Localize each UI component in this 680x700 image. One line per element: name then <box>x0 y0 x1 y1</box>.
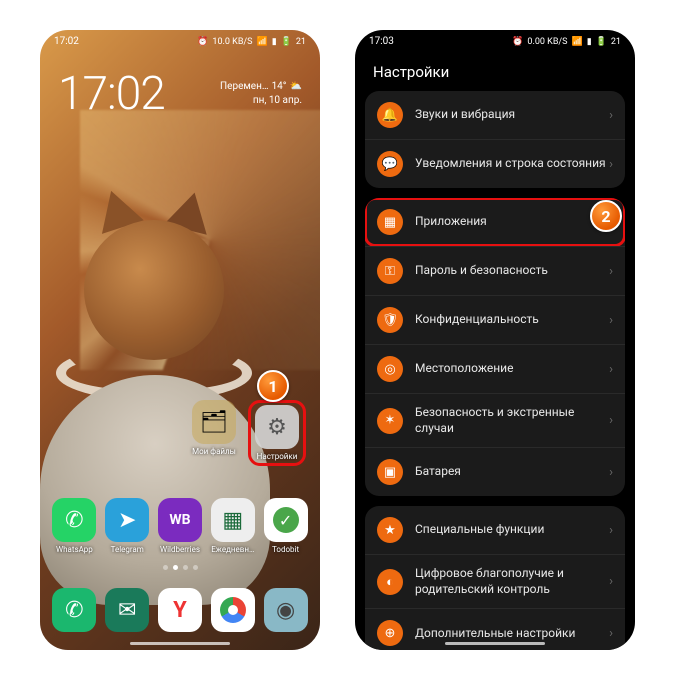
emergency-icon: ✶ <box>377 408 403 434</box>
alarm-icon: ⏰ <box>197 37 208 47</box>
telegram-icon: ➤ <box>105 498 149 542</box>
weather-widget[interactable]: Перемен… 14° ⛅ пн, 10 апр. <box>220 80 302 108</box>
page-title: Настройки <box>355 49 635 91</box>
chrome-icon <box>211 588 255 632</box>
settings-row-battery[interactable]: ▣Батарея› <box>365 447 625 496</box>
weather-cond: Перемен… <box>220 80 269 94</box>
battery-icon: ▣ <box>377 459 403 485</box>
gear-icon: ⚙ <box>255 405 299 449</box>
callout-badge-1: 1 <box>257 370 289 402</box>
app-settings[interactable]: ⚙ Настройки <box>253 405 301 461</box>
settings-row-emergency[interactable]: ✶Безопасность и экстренные случаи› <box>365 393 625 447</box>
app-cal[interactable]: ▦Ежедневн… <box>209 498 257 554</box>
privacy-icon: 🛡 <box>377 307 403 333</box>
msg-icon: ✉ <box>105 588 149 632</box>
settings-row-sound[interactable]: 🔔Звуки и вибрация› <box>365 91 625 139</box>
chevron-right-icon: › <box>609 362 613 377</box>
wellbeing-icon: ◐ <box>377 569 403 595</box>
chevron-right-icon: › <box>609 413 613 428</box>
chevron-right-icon: › <box>609 108 613 123</box>
wb-icon: WB <box>158 498 202 542</box>
dock-msg[interactable]: ✉ <box>103 588 151 632</box>
apps-icon: ▦ <box>377 209 403 235</box>
chevron-right-icon: › <box>609 465 613 480</box>
dock: ✆✉Y ◉ <box>40 588 320 632</box>
chevron-right-icon: › <box>609 626 613 641</box>
todo-icon: ✓ <box>264 498 308 542</box>
settings-group-3: ★Специальные функции›◐Цифровое благополу… <box>365 506 625 650</box>
settings-row-special[interactable]: ★Специальные функции› <box>365 506 625 554</box>
battery-pct: 21 <box>296 37 306 47</box>
location-icon: ◎ <box>377 356 403 382</box>
signal-icon: ▮ <box>587 37 592 47</box>
dock-cam[interactable]: ◉ <box>262 588 310 632</box>
yandex-icon: Y <box>158 588 202 632</box>
wifi-icon: 📶 <box>571 37 582 47</box>
app-telegram[interactable]: ➤Telegram <box>103 498 151 554</box>
settings-row-location[interactable]: ◎Местоположение› <box>365 344 625 393</box>
app-wb[interactable]: WBWildberries <box>156 498 204 554</box>
more-icon: ⊕ <box>377 620 403 646</box>
alarm-icon: ⏰ <box>512 37 523 47</box>
signal-icon: ▮ <box>272 37 277 47</box>
dock-chrome[interactable] <box>209 588 257 632</box>
special-icon: ★ <box>377 517 403 543</box>
dock-phone[interactable]: ✆ <box>50 588 98 632</box>
home-indicator[interactable] <box>445 642 545 645</box>
settings-row-wellbeing[interactable]: ◐Цифровое благополучие и родительский ко… <box>365 554 625 608</box>
dock-yandex[interactable]: Y <box>156 588 204 632</box>
notif-icon: 💬 <box>377 151 403 177</box>
cam-icon: ◉ <box>264 588 308 632</box>
battery-pct: 21 <box>611 37 621 47</box>
whatsapp-icon: ✆ <box>52 498 96 542</box>
weather-date: пн, 10 апр. <box>220 94 302 108</box>
status-bar: 17:03 ⏰ 0.00 KB/S 📶 ▮ 🔋 21 <box>355 30 635 49</box>
home-indicator[interactable] <box>130 642 230 645</box>
battery-icon: 🔋 <box>281 37 292 47</box>
net-speed: 0.00 KB/S <box>527 37 567 47</box>
chevron-right-icon: › <box>609 157 613 172</box>
settings-row-notif[interactable]: 💬Уведомления и строка состояния› <box>365 139 625 188</box>
weather-icon: ⛅ <box>290 80 302 94</box>
sound-icon: 🔔 <box>377 102 403 128</box>
battery-icon: 🔋 <box>596 37 607 47</box>
chevron-right-icon: › <box>609 574 613 589</box>
settings-row-security[interactable]: ⚿Пароль и безопасность› <box>365 246 625 295</box>
phone-home-screen: 17:02 ⏰ 10.0 KB/S 📶 ▮ 🔋 21 17:02 Перемен… <box>40 30 320 650</box>
folder-my-files[interactable]: 🗂 Мои файлы <box>190 400 238 466</box>
wifi-icon: 📶 <box>256 37 267 47</box>
callout-badge-2: 2 <box>590 200 622 232</box>
app-whatsapp[interactable]: ✆WhatsApp <box>50 498 98 554</box>
status-time: 17:02 <box>54 36 79 47</box>
settings-group-2: ▦Приложения›⚿Пароль и безопасность›🛡Конф… <box>365 198 625 496</box>
chevron-right-icon: › <box>609 264 613 279</box>
phone-icon: ✆ <box>52 588 96 632</box>
settings-app-highlight: ⚙ Настройки <box>248 400 306 466</box>
page-indicator[interactable] <box>40 565 320 570</box>
home-app-row: ✆WhatsApp➤TelegramWBWildberries▦Ежедневн… <box>40 498 320 554</box>
settings-row-apps[interactable]: ▦Приложения› <box>365 198 625 246</box>
security-icon: ⚿ <box>377 258 403 284</box>
phone-settings-screen: 17:03 ⏰ 0.00 KB/S 📶 ▮ 🔋 21 Настройки 🔔Зв… <box>355 30 635 650</box>
app-todo[interactable]: ✓Todobit <box>262 498 310 554</box>
status-time: 17:03 <box>369 36 394 47</box>
cal-icon: ▦ <box>211 498 255 542</box>
chevron-right-icon: › <box>609 523 613 538</box>
folder-icon: 🗂 <box>192 400 236 444</box>
status-bar: 17:02 ⏰ 10.0 KB/S 📶 ▮ 🔋 21 <box>40 30 320 49</box>
net-speed: 10.0 KB/S <box>212 37 252 47</box>
chevron-right-icon: › <box>609 313 613 328</box>
settings-row-privacy[interactable]: 🛡Конфиденциальность› <box>365 295 625 344</box>
settings-group-1: 🔔Звуки и вибрация›💬Уведомления и строка … <box>365 91 625 188</box>
weather-temp: 14° <box>272 80 287 94</box>
